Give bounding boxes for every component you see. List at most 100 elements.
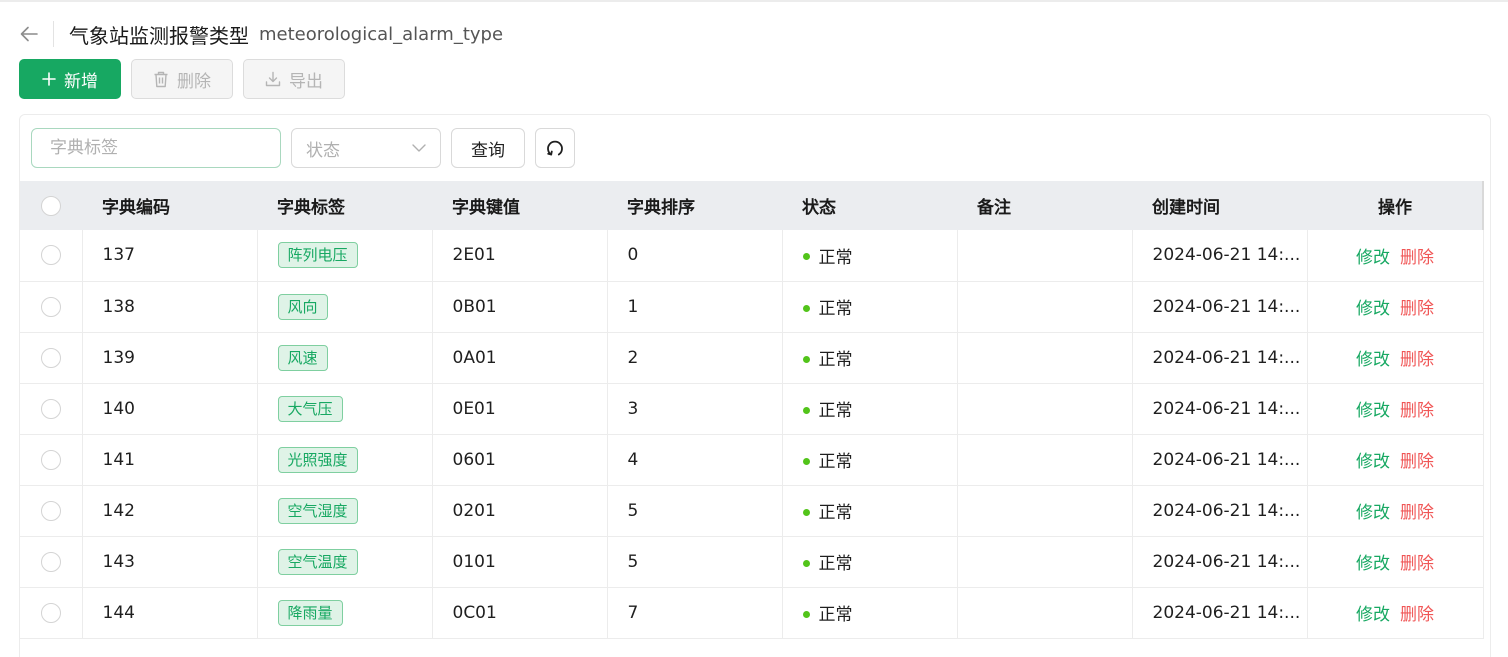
cell-sort: 1 xyxy=(607,281,783,333)
cell-key: 0B01 xyxy=(432,281,608,333)
cell-label: 风速 xyxy=(257,332,433,384)
status-dot xyxy=(802,304,810,312)
cell-remark xyxy=(957,230,1133,282)
status-dot xyxy=(802,406,810,414)
delete-link[interactable]: 删除 xyxy=(1400,452,1434,472)
edit-link[interactable]: 修改 xyxy=(1356,350,1390,370)
label-tag: 降雨量 xyxy=(277,599,343,626)
status-text: 正常 xyxy=(818,503,853,523)
cell-code: 139 xyxy=(82,332,258,384)
col-header-code: 字典编码 xyxy=(82,181,257,230)
row-checkbox[interactable] xyxy=(40,398,61,419)
table-row: 140 大气压 0E01 3 正常 2024-06-21 14:... 修改 删除 xyxy=(20,383,1484,435)
cell-code: 142 xyxy=(82,485,258,537)
status-dot xyxy=(802,355,810,363)
col-header-label: 字典标签 xyxy=(257,181,432,230)
table-scrollbar[interactable] xyxy=(1482,181,1484,230)
cell-created: 2024-06-21 14:... xyxy=(1132,434,1308,486)
col-header-remark: 备注 xyxy=(957,181,1132,230)
delete-link[interactable]: 删除 xyxy=(1400,503,1434,523)
edit-link[interactable]: 修改 xyxy=(1356,248,1390,268)
query-button[interactable]: 查询 xyxy=(451,128,525,168)
col-header-status: 状态 xyxy=(782,181,957,230)
delete-link[interactable]: 删除 xyxy=(1400,605,1434,625)
delete-link[interactable]: 删除 xyxy=(1400,554,1434,574)
delete-link[interactable]: 删除 xyxy=(1400,401,1434,421)
cell-remark xyxy=(957,485,1133,537)
search-input[interactable] xyxy=(31,128,281,168)
cell-sort: 2 xyxy=(607,332,783,384)
status-select[interactable]: 状态 xyxy=(291,128,441,168)
cell-key: 0201 xyxy=(432,485,608,537)
row-checkbox[interactable] xyxy=(40,602,61,623)
cell-label: 光照强度 xyxy=(257,434,433,486)
label-tag: 空气温度 xyxy=(277,548,358,575)
header-divider xyxy=(53,21,54,47)
edit-link[interactable]: 修改 xyxy=(1356,452,1390,472)
status-dot xyxy=(802,253,810,261)
select-all-checkbox[interactable] xyxy=(41,195,61,216)
label-tag: 空气湿度 xyxy=(277,497,358,524)
row-select-cell xyxy=(20,383,83,435)
delete-button[interactable]: 删除 xyxy=(131,59,233,99)
table-panel: 状态 查询 字典编码 字典标签 字典键值 字典排序 状态 备注 创建时间 xyxy=(19,114,1491,657)
edit-link[interactable]: 修改 xyxy=(1356,554,1390,574)
delete-link[interactable]: 删除 xyxy=(1400,299,1434,319)
edit-link[interactable]: 修改 xyxy=(1356,503,1390,523)
cell-key: 2E01 xyxy=(432,230,608,282)
cell-label: 空气湿度 xyxy=(257,485,433,537)
cell-actions: 修改 删除 xyxy=(1307,587,1484,639)
row-checkbox[interactable] xyxy=(40,245,61,266)
status-text: 正常 xyxy=(818,452,853,472)
cell-remark xyxy=(957,281,1133,333)
table-row: 141 光照强度 0601 4 正常 2024-06-21 14:... 修改删… xyxy=(20,434,1484,486)
refresh-button[interactable] xyxy=(535,128,575,168)
cell-actions: 修改 删除 xyxy=(1307,434,1484,486)
cell-sort: 3 xyxy=(607,383,783,435)
delete-button-label: 删除 xyxy=(177,71,211,92)
delete-link[interactable]: 删除 xyxy=(1400,248,1434,268)
cell-created: 2024-06-21 14:... xyxy=(1132,332,1308,384)
status-select-placeholder: 状态 xyxy=(306,140,340,161)
cell-key: 0C01 xyxy=(432,587,608,639)
cell-created: 2024-06-21 14:... xyxy=(1132,485,1308,537)
cell-actions: 修改 删除 xyxy=(1307,485,1484,537)
cell-key: 0A01 xyxy=(432,332,608,384)
row-select-cell xyxy=(20,536,83,588)
row-checkbox[interactable] xyxy=(40,449,61,470)
row-checkbox[interactable] xyxy=(40,500,61,521)
cell-status: 正常 xyxy=(782,332,958,384)
table-row: 139 风速 0A01 2 正常 2024-06-21 14:... 修改 删除 xyxy=(20,332,1484,384)
label-tag: 大气压 xyxy=(277,395,343,422)
status-text: 正常 xyxy=(818,247,853,268)
cell-code: 140 xyxy=(82,383,258,435)
table-row: 142 空气湿度 0201 5 正常 2024-06-21 14:... 修改删… xyxy=(20,485,1484,537)
edit-link[interactable]: 修改 xyxy=(1356,299,1390,319)
row-checkbox[interactable] xyxy=(40,551,61,572)
col-header-key: 字典键值 xyxy=(432,181,607,230)
back-button[interactable] xyxy=(18,23,40,45)
cell-remark xyxy=(957,587,1133,639)
cell-label: 降雨量 xyxy=(257,587,433,639)
export-button[interactable]: 导出 xyxy=(243,59,345,99)
table-header: 字典编码 字典标签 字典键值 字典排序 状态 备注 创建时间 操作 xyxy=(20,181,1483,230)
table-body: 137 阵列电压 2E01 0 正常 2024-06-21 14:... 修改删… xyxy=(20,230,1484,639)
cell-label: 空气温度 xyxy=(257,536,433,588)
edit-link[interactable]: 修改 xyxy=(1356,605,1390,625)
cell-status: 正常 xyxy=(782,230,958,282)
status-dot xyxy=(802,610,810,618)
add-button[interactable]: 新增 xyxy=(19,59,121,99)
status-dot xyxy=(802,508,810,516)
add-button-label: 新增 xyxy=(64,71,98,92)
row-checkbox[interactable] xyxy=(40,296,61,317)
delete-link[interactable]: 删除 xyxy=(1400,350,1434,370)
row-checkbox[interactable] xyxy=(40,347,61,368)
cell-status: 正常 xyxy=(782,281,958,333)
cell-status: 正常 xyxy=(782,485,958,537)
cell-label: 风向 xyxy=(257,281,433,333)
cell-remark xyxy=(957,434,1133,486)
download-icon xyxy=(265,71,281,87)
edit-link[interactable]: 修改 xyxy=(1356,401,1390,421)
row-select-cell xyxy=(20,434,83,486)
cell-actions: 修改 删除 xyxy=(1307,230,1484,282)
